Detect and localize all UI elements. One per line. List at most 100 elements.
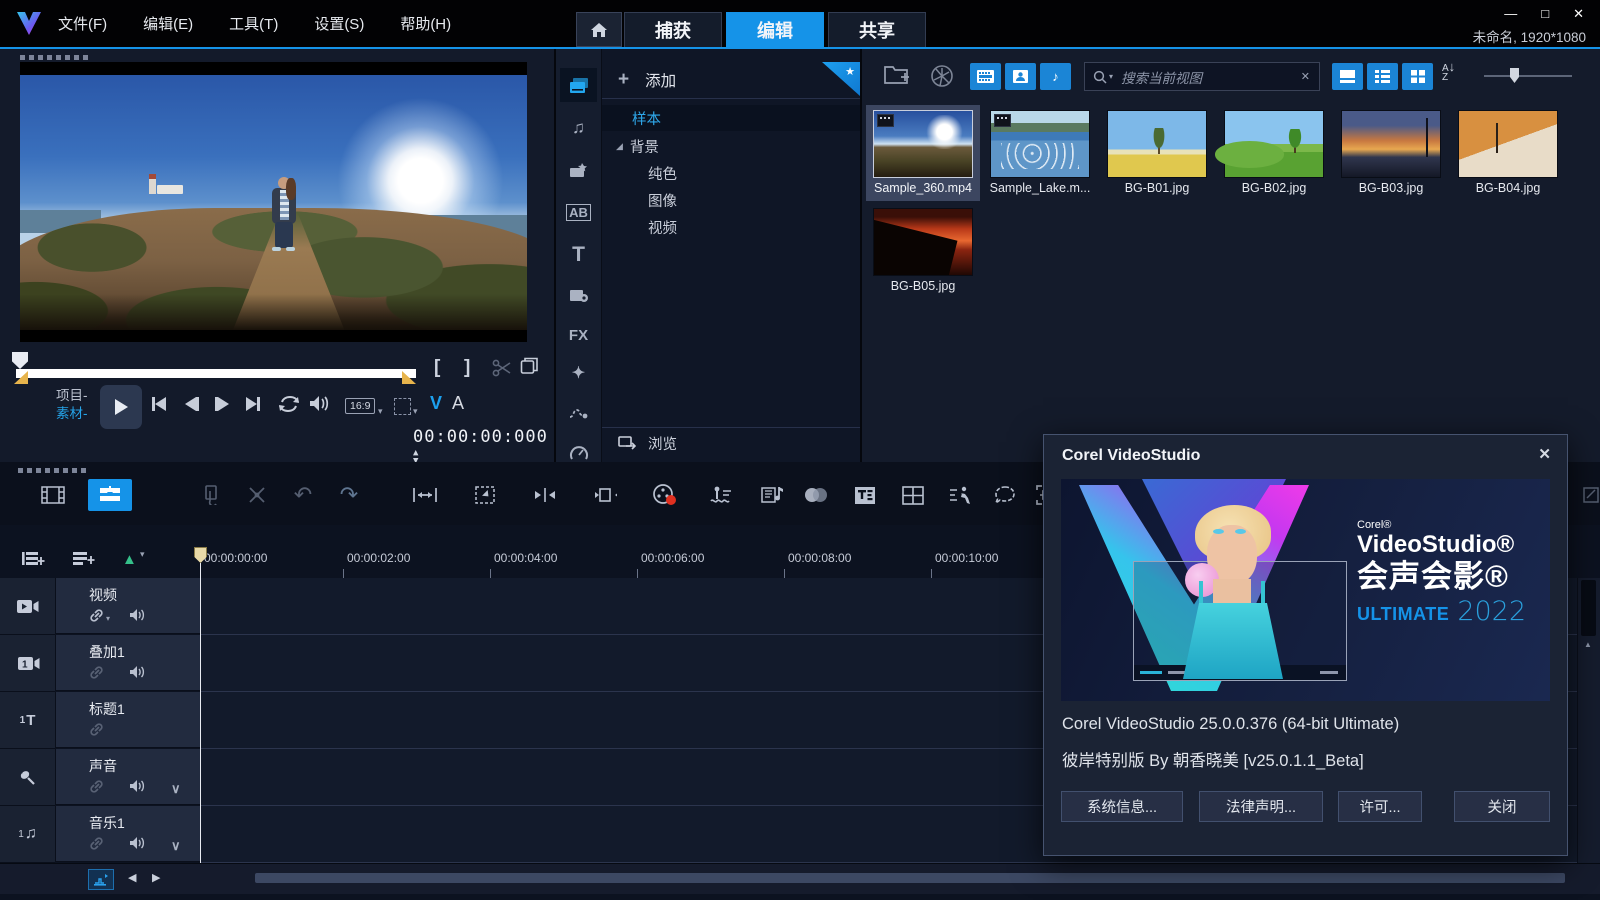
search-scope-drop[interactable]: ▾ xyxy=(1109,72,1113,81)
library-item-bgb04[interactable]: BG-B04.jpg xyxy=(1451,105,1565,201)
slider-thumb[interactable] xyxy=(1510,68,1519,83)
category-ar-stickers[interactable]: ✦ xyxy=(560,356,597,390)
capture-aperture-icon[interactable] xyxy=(930,64,954,88)
menu-settings[interactable]: 设置(S) xyxy=(314,13,364,34)
system-volume-button[interactable] xyxy=(308,394,330,413)
timeline-view-button[interactable] xyxy=(88,479,132,511)
track-header[interactable]: 叠加1 xyxy=(55,635,200,691)
maximize-button[interactable]: □ xyxy=(1541,6,1549,22)
selection-tool[interactable] xyxy=(394,398,411,415)
library-item-sample360[interactable]: Sample_360.mp4 xyxy=(866,105,980,201)
expand-arrow-icon[interactable]: ◢ xyxy=(616,141,623,152)
prev-frame-button[interactable] xyxy=(185,397,199,411)
chapter-marker-button[interactable]: ▲ xyxy=(122,551,137,568)
waveform-toggle-icon[interactable]: ∨ xyxy=(171,838,181,854)
home-button[interactable] xyxy=(576,12,622,47)
v-overlay-toggle[interactable]: V xyxy=(430,393,442,414)
link-icon[interactable] xyxy=(89,665,104,680)
category-motion-path[interactable] xyxy=(560,396,597,430)
selection-drop-icon[interactable]: ▾ xyxy=(413,406,418,417)
menu-tools[interactable]: 工具(T) xyxy=(229,13,278,34)
scroll-right-button[interactable]: ▶ xyxy=(152,871,160,884)
link-icon[interactable] xyxy=(89,779,104,794)
tree-item-background[interactable]: ◢ 背景 xyxy=(602,133,860,159)
link-icon[interactable] xyxy=(89,836,104,851)
library-item-bgb05[interactable]: BG-B05.jpg xyxy=(866,203,980,299)
close-dialog-button[interactable]: 关闭 xyxy=(1454,791,1550,822)
minimize-button[interactable]: — xyxy=(1504,6,1517,22)
category-fx[interactable]: FX xyxy=(560,318,597,352)
legal-notices-button[interactable]: 法律声明... xyxy=(1199,791,1323,822)
tools-button[interactable] xyxy=(240,479,274,511)
track-mute-icon[interactable] xyxy=(129,665,145,679)
browse-button[interactable]: 浏览 xyxy=(602,427,860,458)
track-header[interactable]: 视频 ▾ xyxy=(55,578,200,634)
tree-item-samples[interactable]: 样本 xyxy=(602,105,860,131)
insert-track-button[interactable] xyxy=(72,551,96,571)
fit-project-button[interactable] xyxy=(408,479,442,511)
enlarge-preview-icon[interactable] xyxy=(520,357,539,375)
record-capture-button[interactable] xyxy=(648,479,682,511)
sort-button[interactable]: A↓Z xyxy=(1442,62,1464,82)
category-title[interactable]: T xyxy=(560,238,597,272)
import-media-folder-icon[interactable] xyxy=(884,63,910,85)
next-frame-button[interactable] xyxy=(215,397,229,411)
link-drop-icon[interactable]: ▾ xyxy=(106,614,110,623)
view-thumb-button[interactable] xyxy=(1332,63,1363,90)
library-item-bgb02[interactable]: BG-B02.jpg xyxy=(1217,105,1331,201)
undo-button[interactable]: ↶ xyxy=(286,479,320,511)
filter-audio-button[interactable]: ♪ xyxy=(1040,63,1071,90)
customize-motion-button[interactable] xyxy=(988,479,1022,511)
ripple-edit-button[interactable] xyxy=(588,479,622,511)
auto-music-button[interactable] xyxy=(756,479,790,511)
tab-edit[interactable]: 编辑 xyxy=(726,12,824,47)
view-list-button[interactable] xyxy=(1367,63,1398,90)
thumbnail-size-slider[interactable] xyxy=(1484,75,1572,77)
menu-edit[interactable]: 编辑(E) xyxy=(143,13,193,34)
menu-file[interactable]: 文件(F) xyxy=(58,13,107,34)
filter-video-button[interactable] xyxy=(970,63,1001,90)
timecode-display[interactable]: 00:00:00:000 ▲▼ xyxy=(413,427,554,467)
mode-project-toggle[interactable]: 项目- xyxy=(56,387,88,404)
dialog-close-icon[interactable]: ✕ xyxy=(1538,445,1551,463)
category-overlay[interactable] xyxy=(560,278,597,312)
trim-bar[interactable] xyxy=(16,369,416,378)
go-start-button[interactable] xyxy=(152,397,166,411)
track-mute-icon[interactable] xyxy=(129,779,145,793)
go-end-button[interactable] xyxy=(246,397,260,411)
tree-item-video[interactable]: 视频 xyxy=(602,214,860,240)
split-screen-template-button[interactable] xyxy=(896,479,930,511)
marker-drop-icon[interactable]: ▾ xyxy=(140,549,145,560)
shuttle-handle[interactable] xyxy=(12,352,28,369)
category-instant-project[interactable] xyxy=(560,153,597,187)
mark-out-button[interactable]: ] xyxy=(464,357,470,379)
waveform-toggle-icon[interactable]: ∨ xyxy=(171,781,181,797)
link-icon[interactable] xyxy=(89,608,104,623)
track-mute-icon[interactable] xyxy=(129,836,145,850)
redo-button[interactable]: ↷ xyxy=(332,479,366,511)
preview-video[interactable] xyxy=(20,62,527,342)
timeline-vertical-scrollbar[interactable]: ▲ xyxy=(1577,578,1600,863)
video-track-icon[interactable] xyxy=(0,578,55,635)
mark-in-button[interactable]: [ xyxy=(434,357,440,379)
sound-mixer-button[interactable] xyxy=(704,479,738,511)
motion-tracking-button[interactable] xyxy=(944,479,978,511)
scroll-left-button[interactable]: ◀ xyxy=(128,871,136,884)
track-header[interactable]: 标题1 xyxy=(55,692,200,748)
search-clear-icon[interactable]: ✕ xyxy=(1301,70,1310,83)
play-button[interactable] xyxy=(100,385,142,429)
vertical-scroll-thumb[interactable] xyxy=(1581,580,1596,636)
tab-capture[interactable]: 捕获 xyxy=(624,12,722,47)
track-manager-button[interactable] xyxy=(22,551,46,571)
category-media[interactable] xyxy=(560,68,597,102)
storyboard-view-button[interactable] xyxy=(36,479,70,511)
repeat-button[interactable] xyxy=(278,395,300,413)
track-mute-icon[interactable] xyxy=(129,608,145,622)
copy-tool-button[interactable] xyxy=(196,479,230,511)
library-item-samplelake[interactable]: Sample_Lake.m... xyxy=(983,105,1097,201)
menu-help[interactable]: 帮助(H) xyxy=(400,13,451,34)
render-area-button[interactable] xyxy=(468,479,502,511)
category-audio[interactable]: ♫ xyxy=(560,111,597,145)
aspect-ratio-chip[interactable]: 16:9 xyxy=(345,398,375,414)
view-grid-button[interactable] xyxy=(1402,63,1433,90)
